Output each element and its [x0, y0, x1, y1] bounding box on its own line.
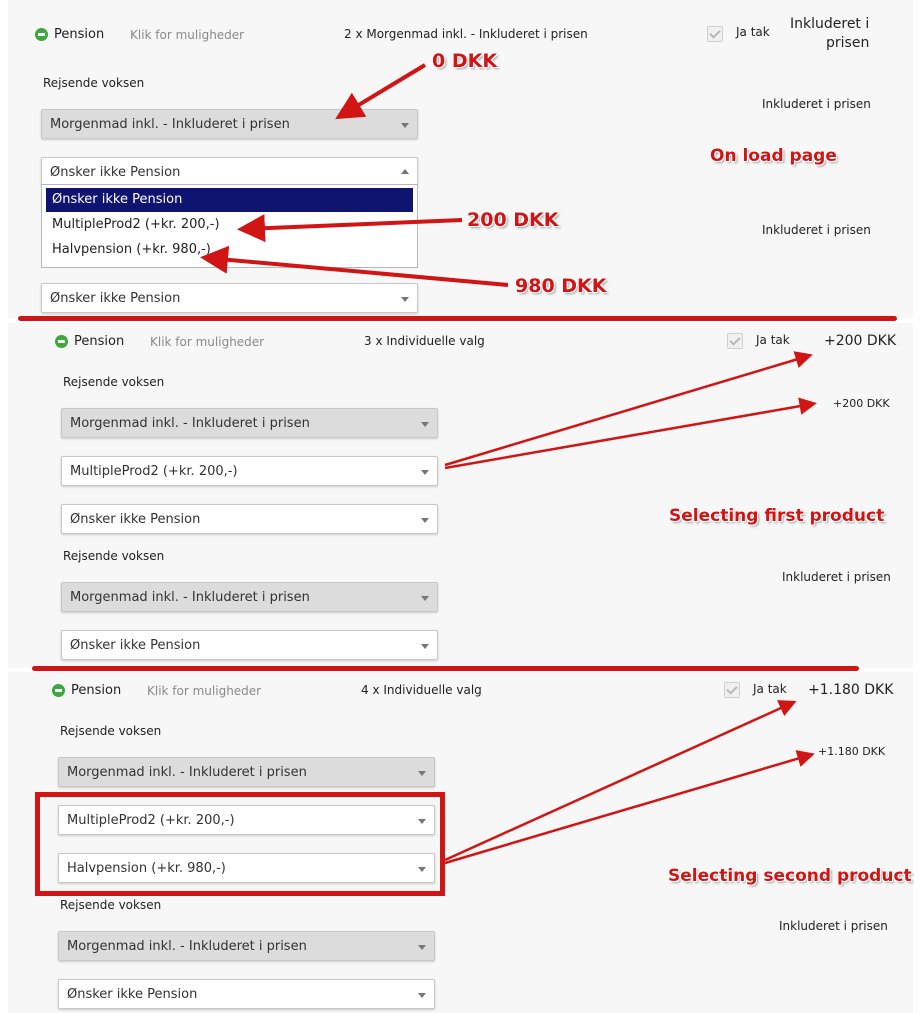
- annotation-0dkk: 0 DKK: [432, 50, 498, 72]
- arrow-section2-top: [444, 351, 813, 467]
- arrow-section3-row: [444, 750, 815, 865]
- arrow-section3-top: [444, 700, 797, 862]
- annotation-on-load: On load page: [710, 146, 837, 166]
- annotation-200dkk: 200 DKK: [467, 209, 559, 231]
- annotation-second-product: Selecting second product: [668, 866, 912, 886]
- arrow-200dkk: [237, 214, 463, 243]
- arrow-980dkk: [200, 245, 509, 287]
- arrow-section2-row: [444, 397, 817, 470]
- annotation-first-product: Selecting first product: [669, 506, 885, 526]
- arrow-0dkk: [335, 63, 427, 120]
- annotation-980dkk: 980 DKK: [515, 275, 607, 297]
